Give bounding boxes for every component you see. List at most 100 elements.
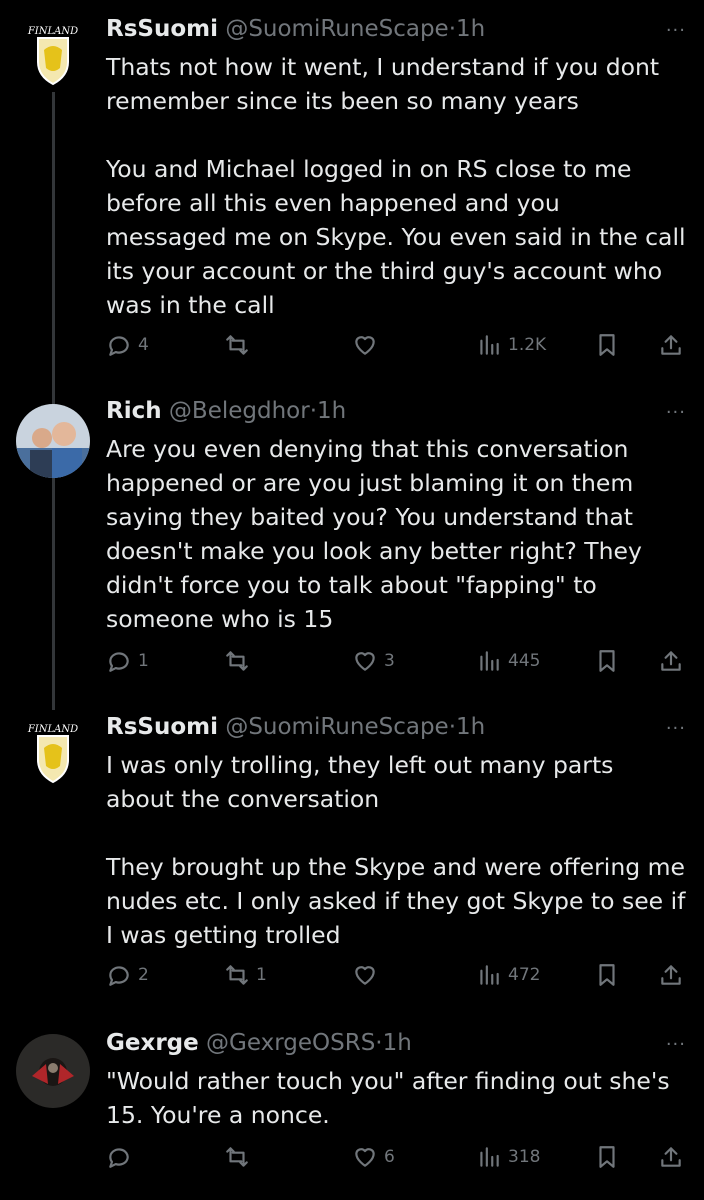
views-icon: [480, 335, 499, 355]
repost-icon: [226, 651, 248, 671]
share-icon: [661, 651, 681, 671]
share-button[interactable]: [658, 648, 684, 674]
views-count: 472: [508, 965, 541, 985]
like-icon: [355, 966, 375, 985]
bookmark-icon: [599, 964, 615, 986]
tweet[interactable]: FINLAND RsSuomi @SuomiRuneScape·1h ··· I…: [0, 712, 704, 1012]
repost-icon: [226, 965, 248, 985]
tweet-paragraph: I was only trolling, they left out many …: [106, 751, 614, 813]
views-button[interactable]: 1.2K: [476, 332, 546, 358]
reply-count: 2: [138, 965, 149, 985]
tweet[interactable]: FINLAND RsSuomi @SuomiRuneScape·1h ··· T…: [0, 14, 704, 364]
reply-icon: [109, 966, 129, 986]
display-name[interactable]: Gexrge: [106, 1030, 199, 1056]
like-button[interactable]: [352, 332, 384, 358]
handle[interactable]: @GexrgeOSRS: [206, 1030, 375, 1056]
tweet-text: Thats not how it went, I understand if y…: [106, 50, 686, 322]
share-button[interactable]: [658, 332, 684, 358]
views-count: 1.2K: [508, 335, 547, 355]
views-button[interactable]: 318: [476, 1144, 540, 1170]
reply-icon: [109, 652, 129, 672]
views-button[interactable]: 445: [476, 648, 540, 674]
tweet-header: Gexrge @GexrgeOSRS·1h: [106, 1028, 412, 1058]
reply-count: 4: [138, 335, 149, 355]
profile-photo-icon: [16, 404, 90, 478]
repost-button[interactable]: [224, 648, 256, 674]
bookmark-button[interactable]: [594, 648, 620, 674]
like-button[interactable]: 6: [352, 1144, 395, 1170]
like-button[interactable]: 3: [352, 648, 395, 674]
handle[interactable]: @SuomiRuneScape: [225, 714, 448, 740]
reply-icon: [109, 1148, 129, 1168]
tweet-paragraph: Thats not how it went, I understand if y…: [106, 53, 660, 115]
timestamp[interactable]: 1h: [383, 1030, 412, 1056]
tweet[interactable]: Gexrge @GexrgeOSRS·1h ··· "Would rather …: [0, 1028, 704, 1198]
profile-photo-icon: [16, 1034, 90, 1108]
svg-text:FINLAND: FINLAND: [27, 26, 78, 37]
repost-count: 1: [256, 965, 267, 985]
reply-button[interactable]: 1: [106, 648, 149, 674]
action-bar: 1 3 445: [106, 648, 686, 678]
handle[interactable]: @Belegdhor: [169, 398, 310, 424]
like-count: 3: [384, 651, 395, 671]
like-icon: [355, 336, 375, 355]
avatar-gexrge[interactable]: [16, 1034, 90, 1108]
views-count: 318: [508, 1147, 541, 1167]
separator: ·: [375, 1030, 383, 1056]
display-name[interactable]: Rich: [106, 398, 162, 424]
tweet-header: RsSuomi @SuomiRuneScape·1h: [106, 712, 485, 742]
repost-button[interactable]: [224, 1144, 256, 1170]
bookmark-icon: [599, 1146, 615, 1168]
bookmark-button[interactable]: [594, 332, 620, 358]
repost-button[interactable]: 1: [224, 962, 267, 988]
avatar-finland[interactable]: FINLAND: [16, 16, 90, 90]
finland-logo-icon: FINLAND: [16, 16, 90, 90]
bookmark-icon: [599, 650, 615, 672]
timestamp[interactable]: 1h: [317, 398, 346, 424]
share-button[interactable]: [658, 962, 684, 988]
separator: ·: [309, 398, 318, 424]
more-icon[interactable]: ···: [666, 402, 686, 423]
tweet[interactable]: Rich @Belegdhor·1h ··· Are you even deny…: [0, 396, 704, 686]
share-button[interactable]: [658, 1144, 684, 1170]
tweet-text: Are you even denying that this conversat…: [106, 432, 686, 636]
tweet-paragraph: Are you even denying that this conversat…: [106, 435, 642, 633]
handle[interactable]: @SuomiRuneScape: [225, 16, 448, 42]
views-count: 445: [508, 651, 541, 671]
avatar-rich[interactable]: [16, 404, 90, 478]
reply-button[interactable]: 2: [106, 962, 149, 988]
display-name[interactable]: RsSuomi: [106, 714, 218, 740]
timestamp[interactable]: 1h: [456, 714, 485, 740]
action-bar: 6 318: [106, 1144, 686, 1174]
repost-icon: [226, 1147, 248, 1167]
more-icon[interactable]: ···: [666, 718, 686, 739]
like-icon: [355, 652, 375, 671]
tweet-paragraph: "Would rather touch you" after finding o…: [106, 1067, 670, 1129]
tweet-text: I was only trolling, they left out many …: [106, 748, 686, 952]
svg-text:FINLAND: FINLAND: [27, 724, 78, 735]
repost-button[interactable]: [224, 332, 256, 358]
display-name[interactable]: RsSuomi: [106, 16, 218, 42]
views-button[interactable]: 472: [476, 962, 540, 988]
tweet-paragraph: They brought up the Skype and were offer…: [106, 853, 686, 949]
like-count: 6: [384, 1147, 395, 1167]
more-icon[interactable]: ···: [666, 1034, 686, 1055]
bookmark-button[interactable]: [594, 1144, 620, 1170]
reply-button[interactable]: [106, 1144, 138, 1170]
avatar-finland[interactable]: FINLAND: [16, 714, 90, 788]
views-icon: [480, 1147, 499, 1167]
more-icon[interactable]: ···: [666, 20, 686, 41]
action-bar: 4 1.2K: [106, 332, 686, 362]
reply-icon: [109, 336, 129, 356]
tweet-header: Rich @Belegdhor·1h: [106, 396, 346, 426]
timestamp[interactable]: 1h: [456, 16, 485, 42]
share-icon: [661, 335, 681, 355]
tweet-text: "Would rather touch you" after finding o…: [106, 1064, 686, 1132]
bookmark-button[interactable]: [594, 962, 620, 988]
views-icon: [480, 651, 499, 671]
tweet-paragraph: You and Michael logged in on RS close to…: [106, 155, 686, 319]
reply-button[interactable]: 4: [106, 332, 149, 358]
like-icon: [355, 1148, 375, 1167]
share-icon: [661, 1147, 681, 1167]
like-button[interactable]: [352, 962, 384, 988]
